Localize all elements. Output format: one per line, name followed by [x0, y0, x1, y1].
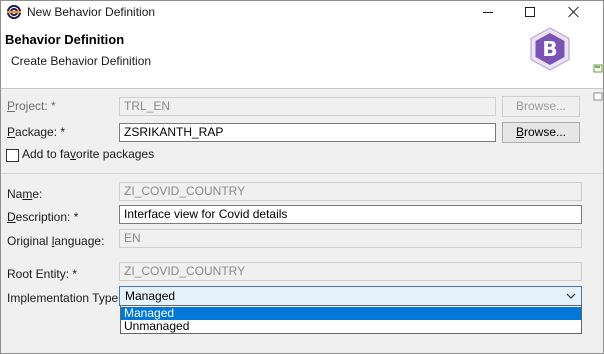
close-icon — [568, 6, 580, 18]
package-field[interactable]: ZSRIKANTH_RAP — [119, 123, 496, 142]
dropdown-option-unmanaged[interactable]: Unmanaged — [121, 320, 581, 333]
maximize-button[interactable] — [507, 1, 553, 23]
side-toolbar-icon — [593, 64, 603, 101]
close-button[interactable] — [551, 1, 597, 23]
maximize-icon — [525, 7, 535, 17]
eclipse-app-icon — [7, 5, 21, 19]
root-entity-label: Root Entity: * — [7, 267, 78, 281]
package-label: Package: * — [7, 125, 66, 139]
package-browse-button[interactable]: Browse... — [502, 122, 580, 143]
title-bar: New Behavior Definition — [1, 1, 603, 23]
logo-letter: B — [542, 37, 557, 61]
minimize-button[interactable] — [465, 1, 511, 23]
wizard-banner: Behavior Definition Create Behavior Defi… — [1, 23, 603, 101]
banner-subtitle: Create Behavior Definition — [11, 54, 152, 68]
project-label: Project: * — [7, 99, 56, 113]
root-entity-field: ZI_COVID_COUNTRY — [119, 262, 582, 281]
behavior-definition-logo-icon: B — [530, 27, 570, 71]
chevron-down-icon[interactable] — [565, 290, 577, 302]
section-divider — [1, 173, 603, 174]
banner-title: Behavior Definition — [5, 32, 125, 47]
implementation-type-label: Implementation Type: * — [7, 291, 130, 305]
project-field: TRL_EN — [119, 97, 496, 116]
project-browse-button: Browse... — [502, 96, 580, 117]
description-field[interactable]: Interface view for Covid details — [119, 205, 582, 224]
add-to-favorite-label[interactable]: Add to favorite packages — [22, 147, 154, 161]
minimize-icon — [483, 11, 493, 13]
name-field: ZI_COVID_COUNTRY — [119, 182, 582, 201]
add-to-favorite-checkbox[interactable] — [6, 149, 19, 162]
new-behavior-definition-dialog: New Behavior Definition Behavior Definit… — [0, 0, 604, 354]
description-label: Description: * — [7, 210, 79, 224]
original-language-label: Original language: — [7, 234, 105, 248]
implementation-type-combo[interactable]: Managed — [119, 286, 582, 306]
name-label: Name: — [7, 187, 43, 201]
dropdown-option-managed[interactable]: Managed — [121, 307, 581, 320]
original-language-field: EN — [119, 229, 582, 248]
implementation-type-dropdown: Managed Unmanaged — [120, 305, 582, 334]
window-title: New Behavior Definition — [27, 5, 156, 19]
implementation-type-value: Managed — [125, 289, 176, 303]
